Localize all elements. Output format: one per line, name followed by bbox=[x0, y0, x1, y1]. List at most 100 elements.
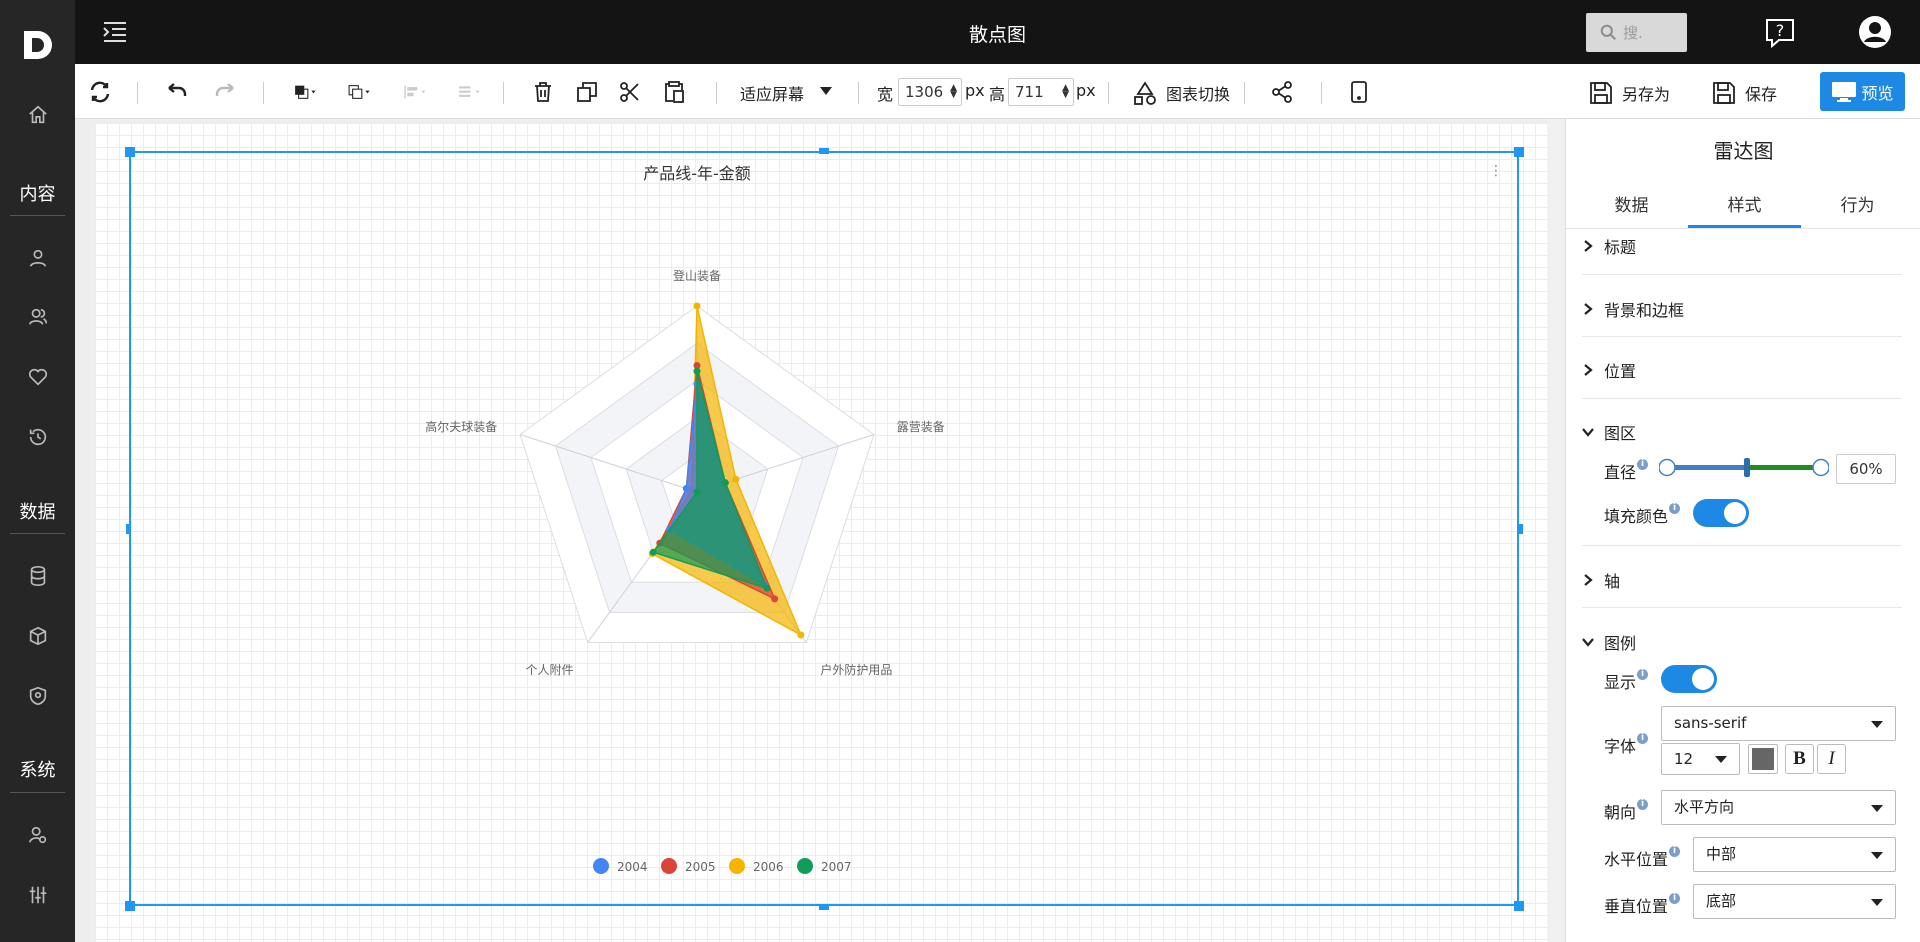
legend-label[interactable]: 2004 bbox=[617, 860, 648, 874]
home-icon[interactable] bbox=[0, 93, 75, 137]
italic-button[interactable]: I bbox=[1817, 744, 1846, 774]
canvas-scrollbar[interactable] bbox=[1547, 119, 1565, 942]
legend-marker[interactable] bbox=[797, 858, 813, 874]
sidebar-section-system: 系统 bbox=[19, 760, 56, 781]
mobile-icon[interactable] bbox=[1345, 78, 1373, 106]
orientation-value: 水平方向 bbox=[1674, 798, 1735, 816]
section-legend[interactable]: 图例 bbox=[1582, 630, 1636, 654]
diameter-input[interactable]: 60% bbox=[1836, 454, 1896, 484]
account-icon[interactable] bbox=[1858, 15, 1892, 49]
radar-data-point[interactable] bbox=[682, 485, 690, 493]
preview-button[interactable]: 预览 bbox=[1820, 72, 1905, 111]
legend-marker[interactable] bbox=[593, 858, 609, 874]
font-size-select[interactable]: 12 bbox=[1661, 743, 1740, 775]
legend-label[interactable]: 2006 bbox=[753, 860, 784, 874]
resize-handle-e[interactable] bbox=[1518, 524, 1523, 534]
align-icon bbox=[395, 78, 435, 106]
radar-data-point[interactable] bbox=[649, 548, 657, 556]
font-color-picker[interactable] bbox=[1748, 744, 1778, 774]
user-settings-icon[interactable] bbox=[0, 813, 75, 857]
radar-data-point[interactable] bbox=[771, 595, 779, 603]
app-logo-icon[interactable] bbox=[20, 28, 54, 62]
width-input[interactable]: 1306 ▲ ▼ bbox=[898, 78, 962, 106]
send-back-icon[interactable] bbox=[339, 78, 379, 106]
section-position[interactable]: 位置 bbox=[1582, 358, 1636, 382]
tab-style[interactable]: 样式 bbox=[1688, 191, 1801, 216]
share-icon[interactable] bbox=[1268, 78, 1296, 106]
copy-icon[interactable] bbox=[573, 78, 601, 106]
diameter-slider[interactable] bbox=[1659, 453, 1829, 481]
resize-handle-nw[interactable] bbox=[125, 147, 135, 157]
legend-marker[interactable] bbox=[729, 858, 745, 874]
section-background[interactable]: 背景和边框 bbox=[1582, 297, 1684, 321]
radar-data-point[interactable] bbox=[797, 631, 805, 639]
search-icon bbox=[1600, 24, 1616, 40]
radar-data-point[interactable] bbox=[693, 488, 701, 496]
radar-data-point[interactable] bbox=[721, 479, 729, 487]
redo-icon[interactable] bbox=[211, 78, 239, 106]
help-icon[interactable]: ? bbox=[1763, 16, 1797, 50]
resize-handle-s[interactable] bbox=[819, 904, 829, 910]
users-icon[interactable] bbox=[0, 295, 75, 339]
horizontal-position-select[interactable]: 中部 bbox=[1693, 837, 1896, 872]
radar-chart[interactable]: 产品线-年-金额登山装备露营装备户外防护用品 个人附件 高尔夫球装备 2004 2005… bbox=[131, 153, 1521, 908]
bring-front-icon[interactable] bbox=[285, 78, 325, 106]
database-icon[interactable] bbox=[0, 554, 75, 598]
legend-label[interactable]: 2005 bbox=[685, 860, 716, 874]
save-button[interactable]: 保存 bbox=[1711, 74, 1777, 112]
font-family-select[interactable]: sans-serif bbox=[1661, 706, 1896, 741]
resize-handle-ne[interactable] bbox=[1514, 147, 1524, 157]
legend-show-toggle[interactable] bbox=[1661, 665, 1717, 693]
save-as-button[interactable]: 另存为 bbox=[1588, 74, 1670, 112]
height-input[interactable]: 711 ▲ ▼ bbox=[1008, 78, 1074, 106]
refresh-icon[interactable] bbox=[86, 78, 114, 106]
legend-label[interactable]: 2007 bbox=[821, 860, 852, 874]
vertical-position-select[interactable]: 底部 bbox=[1693, 884, 1896, 919]
shield-icon[interactable] bbox=[0, 674, 75, 718]
chart-container[interactable]: 产品线-年-金额 登山装备 露营装备 户外防护用品 个人附件 高尔夫球装备 2004 2005… bbox=[129, 151, 1519, 906]
history-icon[interactable] bbox=[0, 415, 75, 459]
section-axis[interactable]: 轴 bbox=[1582, 568, 1620, 592]
spinner-icon[interactable]: ▲ ▼ bbox=[1062, 84, 1069, 100]
legend-marker[interactable] bbox=[661, 858, 677, 874]
tab-behavior[interactable]: 行为 bbox=[1801, 191, 1914, 216]
radar-data-point[interactable] bbox=[732, 475, 740, 483]
chart-switch-button[interactable]: 图表切换 bbox=[1132, 74, 1230, 112]
section-title[interactable]: 标题 bbox=[1582, 234, 1636, 258]
resize-handle-sw[interactable] bbox=[125, 901, 135, 911]
resize-handle-w[interactable] bbox=[126, 524, 131, 534]
heart-icon[interactable] bbox=[0, 355, 75, 399]
more-options-icon[interactable]: ⋮ bbox=[1489, 163, 1503, 179]
width-label: 宽 bbox=[877, 85, 894, 104]
orientation-select[interactable]: 水平方向 bbox=[1661, 790, 1896, 825]
font-label: 字体 i bbox=[1604, 733, 1649, 757]
chevron-right-icon bbox=[1584, 574, 1593, 586]
section-area[interactable]: 图区 bbox=[1582, 420, 1636, 444]
height-value: 711 bbox=[1015, 83, 1044, 101]
fill-color-toggle[interactable] bbox=[1693, 499, 1749, 527]
spinner-icon[interactable]: ▲ ▼ bbox=[950, 84, 957, 100]
bold-button[interactable]: B bbox=[1785, 744, 1814, 774]
undo-icon[interactable] bbox=[163, 78, 191, 106]
radar-indicator-label: 个人附件 bbox=[526, 663, 574, 677]
radar-data-point[interactable] bbox=[693, 302, 701, 310]
user-icon[interactable] bbox=[0, 236, 75, 280]
cut-icon[interactable] bbox=[616, 78, 644, 106]
sliders-icon[interactable] bbox=[0, 873, 75, 917]
resize-handle-n[interactable] bbox=[819, 148, 829, 154]
section-area-label: 图区 bbox=[1604, 424, 1637, 443]
cube-icon[interactable] bbox=[0, 614, 75, 658]
search-input[interactable]: 搜. bbox=[1586, 13, 1687, 52]
chevron-down-icon bbox=[1871, 899, 1883, 906]
resize-handle-se[interactable] bbox=[1514, 901, 1524, 911]
horizontal-position-value: 中部 bbox=[1706, 845, 1737, 863]
radar-data-point[interactable] bbox=[763, 584, 771, 592]
chevron-down-icon[interactable] bbox=[820, 87, 832, 95]
delete-icon[interactable] bbox=[529, 78, 557, 106]
zoom-select[interactable]: 适应屏幕 bbox=[740, 81, 804, 105]
svg-text:?: ? bbox=[1776, 21, 1785, 40]
paste-icon[interactable] bbox=[660, 78, 688, 106]
radar-data-point[interactable] bbox=[693, 367, 701, 375]
design-canvas[interactable]: 产品线-年-金额 登山装备 露营装备 户外防护用品 个人附件 高尔夫球装备 2004 2005… bbox=[95, 123, 1547, 942]
tab-data[interactable]: 数据 bbox=[1575, 191, 1688, 216]
